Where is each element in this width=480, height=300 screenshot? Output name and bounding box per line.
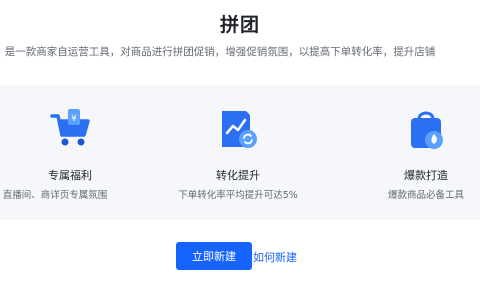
svg-text:¥: ¥ (71, 114, 77, 124)
page-subtitle: 是一款商家自运营工具，对商品进行拼团促销，增强促销氛围，以提高下单转化率，提升店… (0, 44, 480, 59)
growth-chart-icon (216, 107, 260, 151)
feature-name: 转化提升 (216, 169, 260, 182)
hot-bag-icon (404, 107, 448, 151)
page-subtitle-text: 是一款商家自运营工具，对商品进行拼团促销，增强促销氛围，以提高下单转化率，提升店… (4, 46, 436, 58)
feature-desc: 下单转化率平均提升可达5% (178, 190, 298, 201)
feature-name: 爆款打造 (404, 169, 448, 182)
how-to-create-link[interactable]: 如何新建 (253, 249, 297, 265)
feature-desc: 爆款商品必备工具 (387, 190, 464, 201)
feature-conversion-boost: 转化提升 下单转化率平均提升可达5% (158, 85, 318, 220)
page-title: 拼团 (219, 14, 260, 36)
shopping-cart-icon: ¥ (48, 107, 92, 151)
feature-exclusive-benefits: ¥ 专属福利 直播间、商详页专属氛围 (0, 85, 150, 220)
feature-desc: 直播间、商详页专属氛围 (0, 187, 150, 201)
feature-name: 专属福利 (48, 169, 92, 182)
feature-hot-items: 爆款打造 爆款商品必备工具 (346, 85, 480, 220)
create-now-button[interactable]: 立即新建 (176, 242, 252, 270)
feature-desc-text: 直播间、商详页专属氛围 (2, 190, 108, 201)
features-panel: ¥ 专属福利 直播间、商详页专属氛围 转化提升 下单转化率平均提升可达5% 爆款… (0, 85, 480, 220)
